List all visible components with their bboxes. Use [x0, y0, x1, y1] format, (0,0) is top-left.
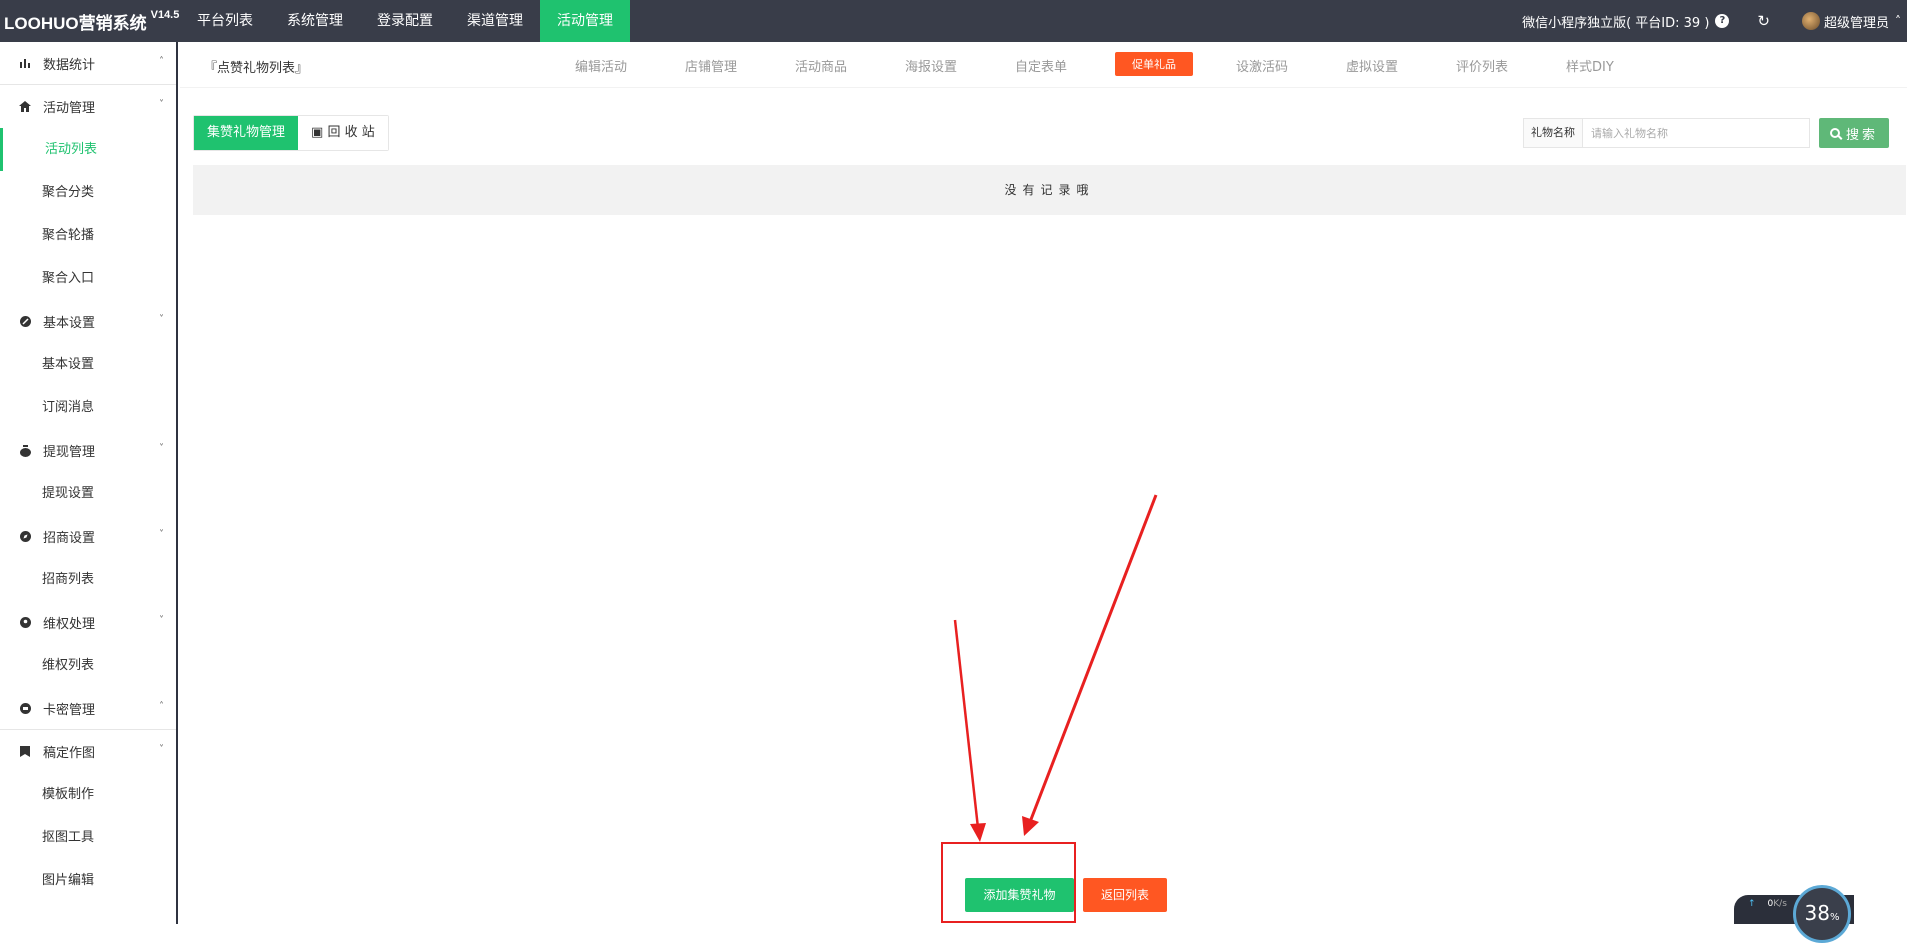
money-bag-icon	[19, 444, 31, 457]
recycle-bin-label: 回 收 站	[327, 125, 375, 140]
sidebar-group-gaoding-design[interactable]: 稿定作图 ˅	[0, 730, 176, 773]
bookmark-icon	[19, 746, 31, 758]
upload-speed: ↑ 0K/s	[1748, 899, 1787, 909]
tab-recycle-bin[interactable]: ▣ 回 收 站	[298, 116, 388, 150]
search-button[interactable]: 搜索	[1819, 118, 1889, 148]
card-icon	[19, 702, 31, 714]
sidebar-group-merchant-settings[interactable]: 招商设置 ˅	[0, 515, 176, 558]
platform-info: 微信小程序独立版( 平台ID: 39 )	[1522, 15, 1710, 31]
chevron-down-icon: ˅	[159, 99, 164, 110]
top-nav-system-management[interactable]: 系统管理	[270, 0, 360, 42]
chevron-down-icon: ˅	[159, 443, 164, 454]
top-nav-login-config[interactable]: 登录配置	[360, 0, 450, 42]
sidebar-group-card-management[interactable]: 卡密管理 ˄	[0, 687, 176, 730]
back-to-list-button[interactable]: 返回列表	[1083, 878, 1167, 912]
top-nav-channel-management[interactable]: 渠道管理	[450, 0, 540, 42]
sidebar-item-template-making[interactable]: 模板制作	[0, 773, 176, 816]
compass-icon	[19, 531, 31, 543]
brand: LOOHUO营销系统 V14.5	[0, 0, 180, 42]
avatar[interactable]	[1801, 12, 1820, 30]
usage-percent: 38	[1804, 901, 1830, 925]
sidebar-item-cutout-tool[interactable]: 抠图工具	[0, 816, 176, 859]
sidebar-item-withdraw-settings[interactable]: 提现设置	[0, 472, 176, 515]
empty-state: 没有记录哦	[193, 165, 1906, 215]
tab-custom-form[interactable]: 自定表单	[1015, 56, 1067, 75]
arrow-left	[953, 619, 986, 842]
sidebar-item-image-edit[interactable]: 图片编辑	[0, 859, 176, 902]
sidebar-item-rights-list[interactable]: 维权列表	[0, 644, 176, 687]
top-bar: LOOHUO营销系统 V14.5 平台列表 系统管理 登录配置 渠道管理 活动管…	[0, 0, 1907, 42]
sidebar-group-label: 维权处理	[43, 617, 96, 632]
sidebar-group-data-stats[interactable]: 数据统计 ˄	[0, 42, 176, 85]
sidebar-group-label: 稿定作图	[43, 746, 96, 761]
sidebar-item-basic-settings[interactable]: 基本设置	[0, 343, 176, 386]
search-button-label: 搜索	[1845, 127, 1878, 143]
sidebar-group-label: 招商设置	[43, 531, 96, 546]
search-input[interactable]	[1583, 119, 1809, 147]
tab-poster-settings[interactable]: 海报设置	[905, 56, 957, 75]
sub-header: 『点赞礼物列表』 编辑活动 店铺管理 活动商品 海报设置 自定表单 促单礼品 设…	[180, 42, 1907, 88]
sidebar-item-merchant-list[interactable]: 招商列表	[0, 558, 176, 601]
sidebar: 数据统计 ˄ 活动管理 ˅ 活动列表 聚合分类 聚合轮播 聚合入口 基本设置 ˅…	[0, 42, 178, 924]
sidebar-group-label: 活动管理	[43, 101, 96, 116]
tab-store-management[interactable]: 店铺管理	[685, 56, 737, 75]
sidebar-group-rights-processing[interactable]: 维权处理 ˅	[0, 601, 176, 644]
brand-version: V14.5	[150, 9, 180, 21]
sidebar-item-aggregate-entry[interactable]: 聚合入口	[0, 257, 176, 300]
arrow-up-icon: ↑	[1748, 899, 1756, 909]
tab-edit-activity[interactable]: 编辑活动	[575, 56, 627, 75]
net-usage-circle: 38%	[1793, 885, 1851, 943]
settings-icon	[19, 316, 31, 328]
tab-activation-code[interactable]: 设激活码	[1236, 56, 1288, 75]
home-icon	[19, 101, 31, 113]
tab-promo-gifts[interactable]: 促单礼品	[1115, 52, 1193, 76]
sidebar-group-label: 基本设置	[43, 316, 96, 331]
sidebar-group-label: 提现管理	[43, 445, 96, 460]
sidebar-group-withdraw-management[interactable]: 提现管理 ˅	[0, 429, 176, 472]
chevron-down-icon: ˅	[159, 529, 164, 540]
breadcrumb: 『点赞礼物列表』	[204, 61, 309, 76]
chevron-down-icon: ˅	[159, 744, 164, 755]
brand-name: LOOHUO营销系统	[4, 13, 147, 33]
top-nav-platform-list[interactable]: 平台列表	[180, 0, 270, 42]
sidebar-group-basic-settings[interactable]: 基本设置 ˅	[0, 300, 176, 343]
top-nav-activity-management[interactable]: 活动管理	[540, 0, 630, 42]
highlight-box	[941, 842, 1076, 923]
sidebar-item-aggregate-category[interactable]: 聚合分类	[0, 171, 176, 214]
tab-virtual-settings[interactable]: 虚拟设置	[1346, 56, 1398, 75]
sidebar-item-activity-list[interactable]: 活动列表	[0, 128, 176, 171]
tab-style-diy[interactable]: 样式DIY	[1566, 56, 1614, 75]
tab-activity-goods[interactable]: 活动商品	[795, 56, 847, 75]
search-bar: 礼物名称	[1523, 118, 1810, 148]
sidebar-item-aggregate-carousel[interactable]: 聚合轮播	[0, 214, 176, 257]
search-icon	[1829, 128, 1840, 138]
chevron-up-icon: ˄	[159, 701, 164, 712]
help-icon[interactable]: ?	[1715, 14, 1730, 28]
usage-percent-unit: %	[1829, 912, 1840, 923]
tab-gift-management[interactable]: 集赞礼物管理	[194, 116, 299, 150]
chevron-up-icon[interactable]: ˄	[1895, 14, 1901, 28]
recycle-bin-icon: ▣	[311, 125, 324, 140]
chevron-down-icon: ˅	[159, 615, 164, 626]
chevron-up-icon: ˄	[159, 56, 164, 67]
gift-tab-group: 集赞礼物管理 ▣ 回 收 站	[193, 115, 389, 151]
chevron-down-icon: ˅	[159, 314, 164, 325]
top-nav: 平台列表 系统管理 登录配置 渠道管理 活动管理	[180, 0, 630, 42]
sidebar-group-label: 数据统计	[43, 57, 96, 73]
sidebar-group-label: 卡密管理	[43, 702, 96, 718]
arrow-right	[1022, 494, 1158, 836]
refresh-icon[interactable]: ↻	[1757, 12, 1770, 30]
user-name[interactable]: 超级管理员	[1824, 12, 1889, 31]
search-label: 礼物名称	[1524, 119, 1583, 147]
tab-review-list[interactable]: 评价列表	[1456, 56, 1508, 75]
top-right: 微信小程序独立版( 平台ID: 39 ) ? ↻ 超级管理员 ˄	[1522, 0, 1907, 42]
bar-chart-icon	[19, 57, 31, 69]
sidebar-group-activity-management[interactable]: 活动管理 ˅	[0, 85, 176, 128]
sidebar-item-subscribe-message[interactable]: 订阅消息	[0, 386, 176, 429]
user-circle-icon	[19, 617, 31, 629]
